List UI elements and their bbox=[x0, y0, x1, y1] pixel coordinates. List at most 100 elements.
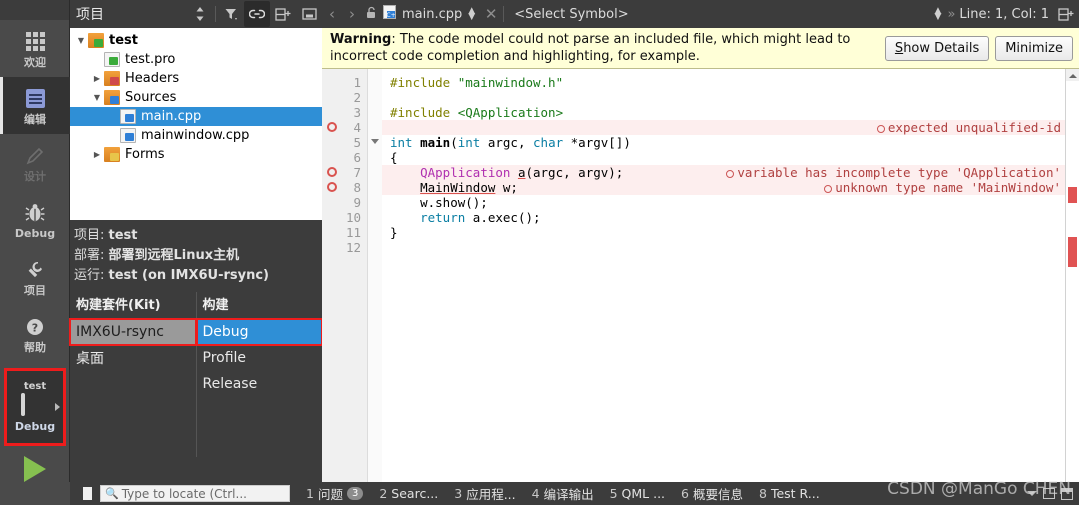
mode-debug[interactable]: Debug bbox=[0, 191, 70, 248]
output-tab-8[interactable]: 8 Test R... bbox=[759, 486, 820, 501]
tree-item-sources[interactable]: ▼ Sources bbox=[70, 88, 322, 107]
build-item-1[interactable]: Profile bbox=[197, 345, 323, 371]
minimize-output-icon[interactable] bbox=[1043, 488, 1055, 499]
show-details-button[interactable]: Show Details bbox=[884, 35, 990, 61]
breakpoint-marker-icon[interactable] bbox=[327, 122, 337, 132]
minimize-panel-icon[interactable] bbox=[296, 1, 322, 27]
code-line-12[interactable] bbox=[382, 240, 1065, 255]
code-line-7[interactable]: QApplication a(argc, argv); variable has … bbox=[382, 165, 1065, 180]
code-line-2[interactable] bbox=[382, 90, 1065, 105]
build-item-0[interactable]: Debug bbox=[195, 318, 323, 346]
output-dropdown-caret[interactable] bbox=[1027, 491, 1037, 496]
output-tab-5[interactable]: 5 QML ... bbox=[610, 486, 665, 501]
code-line-11[interactable]: } bbox=[382, 225, 1065, 240]
output-tab-2[interactable]: 2 Searc... bbox=[379, 486, 438, 501]
line-number-2[interactable]: 2 bbox=[322, 90, 367, 105]
chevron-right-icon[interactable]: ▶ bbox=[90, 74, 104, 83]
code-line-3[interactable]: #include <QApplication> bbox=[382, 105, 1065, 120]
locator-input[interactable]: 🔍 Type to locate (Ctrl... bbox=[100, 485, 290, 502]
line-number-9[interactable]: 9 bbox=[322, 195, 367, 210]
build-config-list[interactable]: Debug Profile Release bbox=[195, 318, 323, 397]
sort-filter-icon[interactable] bbox=[187, 1, 213, 27]
code-line-4[interactable]: expected unqualified-id bbox=[382, 120, 1065, 135]
code-line-10[interactable]: return a.exec(); bbox=[382, 210, 1065, 225]
code-line-9[interactable]: w.show(); bbox=[382, 195, 1065, 210]
symbol-selector[interactable]: <Select Symbol> bbox=[506, 7, 628, 22]
open-file-name[interactable]: main.cpp bbox=[402, 7, 462, 22]
toggle-sidebar-icon[interactable] bbox=[74, 485, 96, 503]
tree-item-test-pro[interactable]: test.pro bbox=[70, 50, 322, 69]
close-icon[interactable]: ✕ bbox=[481, 5, 501, 23]
mode-edit[interactable]: 编辑 bbox=[0, 77, 70, 134]
tree-item-test[interactable]: ▼ test bbox=[70, 31, 322, 50]
tree-item-headers[interactable]: ▶ Headers bbox=[70, 69, 322, 88]
fold-marker-line-5[interactable] bbox=[368, 135, 382, 150]
project-file-tree[interactable]: ▼ test test.pro ▶ Headers ▼ Sources main.cpp mai… bbox=[70, 28, 322, 220]
overview-error-marker[interactable] bbox=[1068, 187, 1077, 203]
file-dropdown-icon[interactable]: ▲ ▼ bbox=[462, 7, 481, 22]
minimize-warning-button[interactable]: Minimize bbox=[995, 35, 1073, 61]
chevron-down-icon[interactable]: ▼ bbox=[74, 36, 88, 45]
go-back-icon[interactable]: ‹ bbox=[322, 5, 342, 23]
line-number-11[interactable]: 11 bbox=[322, 225, 367, 240]
kit-list[interactable]: IMX6U-rsync 桌面 bbox=[69, 318, 197, 371]
code-line-1[interactable]: #include "mainwindow.h" bbox=[382, 75, 1065, 90]
code-line-6[interactable]: { bbox=[382, 150, 1065, 165]
fold-marker-line-9 bbox=[368, 195, 382, 210]
overview-scrollbar[interactable] bbox=[1065, 69, 1079, 487]
code-line-5[interactable]: int main(int argc, char *argv[]) bbox=[382, 135, 1065, 150]
overflow-icon[interactable]: » bbox=[947, 7, 959, 22]
output-tab-4[interactable]: 4 编译输出 bbox=[532, 484, 594, 503]
line-number-1[interactable]: 1 bbox=[322, 75, 367, 90]
unlocked-padlock-icon[interactable] bbox=[362, 6, 381, 23]
tree-item-forms[interactable]: ▶ Forms bbox=[70, 145, 322, 164]
show-details-accel: S bbox=[894, 40, 904, 56]
line-number-10[interactable]: 10 bbox=[322, 210, 367, 225]
diagnostic-annotation[interactable]: expected unqualified-id bbox=[876, 120, 1061, 135]
fold-collapse-icon[interactable] bbox=[371, 139, 379, 144]
filter-icon[interactable] bbox=[218, 1, 244, 27]
diagnostic-annotation[interactable]: variable has incomplete type 'QApplicati… bbox=[726, 165, 1061, 180]
go-forward-icon[interactable]: › bbox=[342, 5, 362, 23]
mode-help[interactable]: ? 帮助 bbox=[0, 305, 70, 362]
mode-design[interactable]: 设计 bbox=[0, 134, 70, 191]
build-item-2[interactable]: Release bbox=[197, 371, 323, 397]
mode-welcome[interactable]: 欢迎 bbox=[0, 20, 70, 77]
output-tab-1[interactable]: 1 问题 3 bbox=[306, 484, 364, 503]
kit-item-0[interactable]: IMX6U-rsync bbox=[69, 318, 197, 346]
split-add-icon[interactable] bbox=[270, 1, 296, 27]
output-tab-3[interactable]: 3 应用程... bbox=[454, 484, 515, 503]
source-code[interactable]: #include "mainwindow.h" #include <QApplic… bbox=[382, 69, 1065, 487]
kit-run-configuration-selector[interactable]: test Debug bbox=[4, 368, 66, 446]
output-tab-6[interactable]: 6 概要信息 bbox=[681, 484, 743, 503]
line-number-6[interactable]: 6 bbox=[322, 150, 367, 165]
split-editor-icon[interactable] bbox=[1053, 1, 1079, 27]
link-with-editor-icon[interactable] bbox=[244, 1, 270, 27]
line-number-4[interactable]: 4 bbox=[322, 120, 367, 135]
mode-projects[interactable]: 项目 bbox=[0, 248, 70, 305]
line-number-12[interactable]: 12 bbox=[322, 240, 367, 255]
symbol-dropdown-icon[interactable]: ▲ ▼ bbox=[929, 7, 948, 22]
fold-margin[interactable] bbox=[368, 69, 382, 487]
folder-cpp-icon bbox=[104, 90, 120, 105]
overview-error-marker[interactable] bbox=[1068, 237, 1077, 267]
diagnostic-annotation[interactable]: unknown type name 'MainWindow' bbox=[824, 180, 1061, 195]
code-token: w.show(); bbox=[390, 195, 488, 210]
maximize-output-icon[interactable] bbox=[1061, 487, 1073, 500]
tree-item-label: main.cpp bbox=[141, 109, 202, 124]
code-line-8[interactable]: MainWindow w; unknown type name 'MainWind… bbox=[382, 180, 1065, 195]
chevron-right-icon[interactable]: ▶ bbox=[90, 150, 104, 159]
line-number-3[interactable]: 3 bbox=[322, 105, 367, 120]
line-number-8[interactable]: 8 bbox=[322, 180, 367, 195]
line-number-gutter[interactable]: 1 2 3 4 5 6 7 8 9 10 11 12 bbox=[322, 69, 368, 487]
tree-item-main-cpp[interactable]: main.cpp bbox=[70, 107, 322, 126]
tree-item-mainwindow-cpp[interactable]: mainwindow.cpp bbox=[70, 126, 322, 145]
line-col-indicator[interactable]: Line: 1, Col: 1 bbox=[959, 7, 1053, 22]
kit-item-1[interactable]: 桌面 bbox=[70, 345, 196, 371]
line-number-7[interactable]: 7 bbox=[322, 165, 367, 180]
chevron-down-icon[interactable]: ▼ bbox=[90, 93, 104, 102]
breakpoint-marker-icon[interactable] bbox=[327, 167, 337, 177]
line-number-5[interactable]: 5 bbox=[322, 135, 367, 150]
breakpoint-marker-icon[interactable] bbox=[327, 182, 337, 192]
